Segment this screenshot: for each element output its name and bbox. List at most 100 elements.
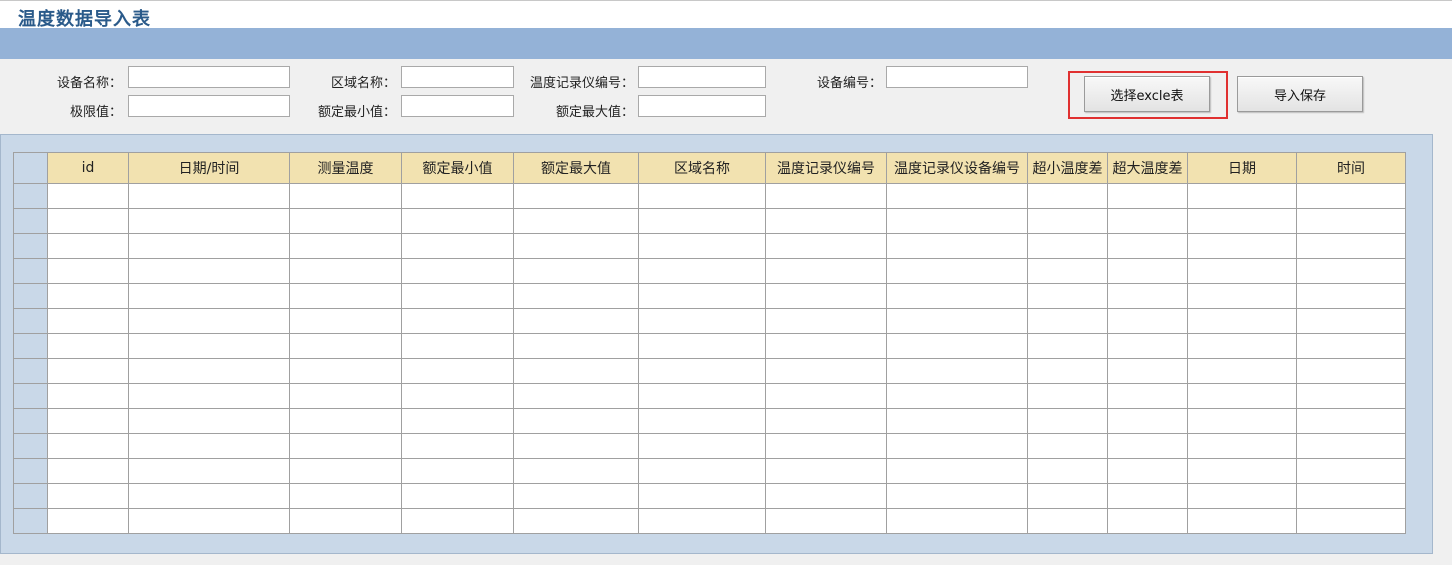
table-cell[interactable]	[1107, 233, 1188, 259]
table-cell[interactable]	[638, 458, 766, 484]
table-cell[interactable]	[886, 258, 1028, 284]
row-selector[interactable]	[13, 433, 48, 459]
table-cell[interactable]	[1187, 283, 1297, 309]
table-cell[interactable]	[513, 508, 639, 534]
table-cell[interactable]	[1107, 258, 1188, 284]
table-cell[interactable]	[401, 308, 514, 334]
table-cell[interactable]	[765, 408, 887, 434]
column-header[interactable]: 日期	[1187, 152, 1297, 184]
table-cell[interactable]	[1296, 283, 1406, 309]
table-cell[interactable]	[1187, 358, 1297, 384]
table-cell[interactable]	[765, 383, 887, 409]
row-selector[interactable]	[13, 358, 48, 384]
table-cell[interactable]	[1187, 508, 1297, 534]
table-row[interactable]	[13, 208, 1406, 234]
table-cell[interactable]	[513, 383, 639, 409]
table-cell[interactable]	[1107, 308, 1188, 334]
table-cell[interactable]	[1027, 333, 1108, 359]
table-cell[interactable]	[886, 208, 1028, 234]
device-name-input[interactable]	[128, 66, 290, 88]
table-cell[interactable]	[765, 458, 887, 484]
table-row[interactable]	[13, 408, 1406, 434]
table-cell[interactable]	[638, 383, 766, 409]
table-cell[interactable]	[1107, 383, 1188, 409]
table-cell[interactable]	[1187, 383, 1297, 409]
table-cell[interactable]	[1027, 433, 1108, 459]
select-excel-button[interactable]: 选择excle表	[1084, 76, 1210, 112]
table-cell[interactable]	[401, 258, 514, 284]
table-cell[interactable]	[47, 308, 129, 334]
table-cell[interactable]	[1027, 308, 1108, 334]
row-selector[interactable]	[13, 483, 48, 509]
table-cell[interactable]	[289, 283, 402, 309]
column-header[interactable]: 日期/时间	[128, 152, 290, 184]
table-cell[interactable]	[638, 483, 766, 509]
table-row[interactable]	[13, 508, 1406, 534]
table-cell[interactable]	[47, 508, 129, 534]
table-cell[interactable]	[1027, 208, 1108, 234]
table-cell[interactable]	[886, 233, 1028, 259]
table-cell[interactable]	[886, 458, 1028, 484]
table-cell[interactable]	[289, 383, 402, 409]
table-row[interactable]	[13, 333, 1406, 359]
table-cell[interactable]	[765, 508, 887, 534]
table-cell[interactable]	[886, 508, 1028, 534]
table-cell[interactable]	[638, 433, 766, 459]
table-cell[interactable]	[638, 333, 766, 359]
table-cell[interactable]	[1027, 233, 1108, 259]
table-cell[interactable]	[765, 283, 887, 309]
table-cell[interactable]	[401, 433, 514, 459]
column-header[interactable]: 区域名称	[638, 152, 766, 184]
table-cell[interactable]	[886, 183, 1028, 209]
table-cell[interactable]	[128, 208, 290, 234]
row-selector[interactable]	[13, 383, 48, 409]
table-cell[interactable]	[1107, 358, 1188, 384]
table-cell[interactable]	[1296, 258, 1406, 284]
table-cell[interactable]	[1107, 333, 1188, 359]
table-cell[interactable]	[886, 358, 1028, 384]
table-cell[interactable]	[401, 458, 514, 484]
table-cell[interactable]	[401, 483, 514, 509]
row-selector[interactable]	[13, 283, 48, 309]
table-cell[interactable]	[886, 283, 1028, 309]
table-cell[interactable]	[289, 183, 402, 209]
table-row[interactable]	[13, 308, 1406, 334]
table-cell[interactable]	[1027, 458, 1108, 484]
row-selector[interactable]	[13, 183, 48, 209]
table-cell[interactable]	[289, 308, 402, 334]
table-cell[interactable]	[289, 208, 402, 234]
table-cell[interactable]	[513, 183, 639, 209]
column-header[interactable]: 超小温度差	[1027, 152, 1108, 184]
table-row[interactable]	[13, 433, 1406, 459]
table-cell[interactable]	[1107, 183, 1188, 209]
table-cell[interactable]	[513, 283, 639, 309]
table-cell[interactable]	[638, 208, 766, 234]
import-save-button[interactable]: 导入保存	[1237, 76, 1363, 112]
table-cell[interactable]	[1027, 283, 1108, 309]
table-row[interactable]	[13, 258, 1406, 284]
column-header[interactable]: 时间	[1296, 152, 1406, 184]
table-cell[interactable]	[47, 483, 129, 509]
table-cell[interactable]	[289, 458, 402, 484]
row-selector[interactable]	[13, 508, 48, 534]
table-cell[interactable]	[401, 333, 514, 359]
device-number-input[interactable]	[886, 66, 1028, 88]
table-cell[interactable]	[1187, 183, 1297, 209]
table-cell[interactable]	[638, 408, 766, 434]
column-header[interactable]: 额定最小值	[401, 152, 514, 184]
table-cell[interactable]	[1027, 183, 1108, 209]
table-cell[interactable]	[1296, 408, 1406, 434]
table-cell[interactable]	[289, 508, 402, 534]
table-cell[interactable]	[47, 458, 129, 484]
column-header[interactable]: 温度记录仪设备编号	[886, 152, 1028, 184]
table-cell[interactable]	[1107, 408, 1188, 434]
table-cell[interactable]	[1296, 433, 1406, 459]
table-cell[interactable]	[765, 208, 887, 234]
table-cell[interactable]	[1027, 483, 1108, 509]
table-cell[interactable]	[47, 383, 129, 409]
table-row[interactable]	[13, 183, 1406, 209]
table-cell[interactable]	[765, 333, 887, 359]
row-selector[interactable]	[13, 333, 48, 359]
table-cell[interactable]	[513, 458, 639, 484]
table-cell[interactable]	[128, 483, 290, 509]
